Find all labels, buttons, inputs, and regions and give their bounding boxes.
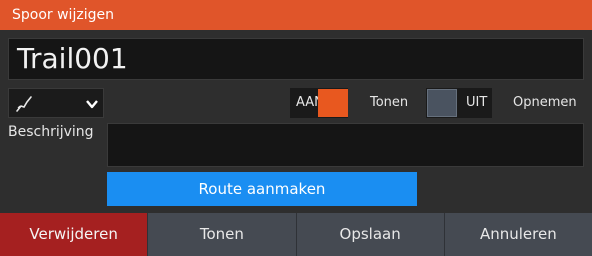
trail-name-input[interactable]: Trail001 [8,38,584,80]
record-toggle-indicator [427,89,457,117]
show-button[interactable]: Tonen [147,213,296,256]
create-route-button[interactable]: Route aanmaken [107,172,417,206]
record-toggle-state: UIT [466,95,488,110]
trail-options-row: AAN Tonen UIT Opnemen [8,88,584,118]
track-line-icon [16,96,32,112]
show-toggle-indicator [318,89,348,117]
record-toggle[interactable]: UIT [426,88,492,118]
edit-trail-dialog: Spoor wijzigen Trail001 AAN Tonen UIT Op… [0,0,592,256]
show-toggle[interactable]: AAN [290,88,348,118]
chevron-down-icon [86,100,98,109]
trail-style-dropdown[interactable] [8,88,104,118]
description-input[interactable] [107,123,584,167]
dialog-title: Spoor wijzigen [0,0,592,30]
save-button[interactable]: Opslaan [295,213,444,256]
cancel-button[interactable]: Annuleren [443,213,592,256]
action-bar: Verwijderen Tonen Opslaan Annuleren [0,213,592,256]
record-toggle-caption: Opnemen [513,95,577,110]
show-toggle-caption: Tonen [370,95,409,110]
delete-button[interactable]: Verwijderen [0,213,148,256]
description-label: Beschrijving [8,124,94,140]
